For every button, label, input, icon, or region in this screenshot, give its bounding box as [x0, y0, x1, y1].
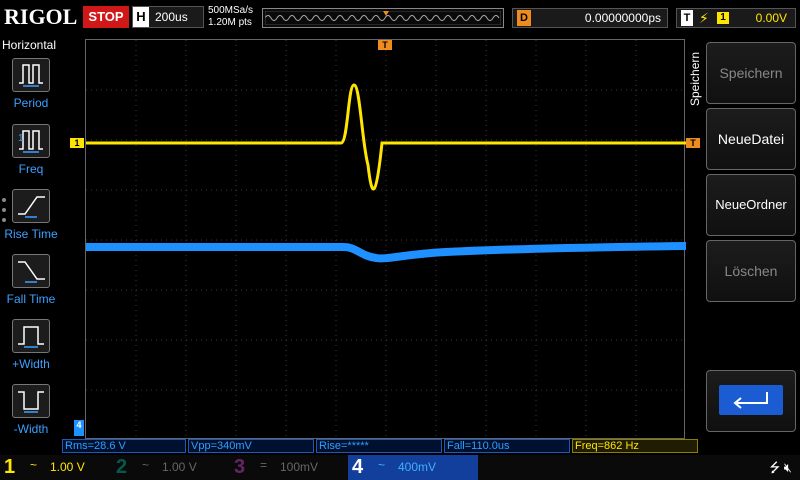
trigger-source: 1	[717, 12, 729, 24]
measure-negative-width-button[interactable]: -Width	[0, 384, 62, 448]
timebase-key: H	[133, 7, 149, 27]
channel-3-button[interactable]: 3 = 100mV	[230, 455, 342, 480]
waveform-display[interactable]	[85, 39, 686, 440]
measure-period-button[interactable]: Period	[0, 58, 62, 122]
ch4-waveform	[86, 242, 686, 263]
brand-logo: RIGOL	[4, 4, 78, 29]
trigger-display[interactable]: T ⚡ 1 0.00V	[676, 8, 796, 28]
ch1-scale: 1.00 V	[50, 460, 85, 474]
ch3-coupling: =	[260, 458, 268, 472]
ch4-coupling: ~	[378, 458, 386, 472]
run-stop-status[interactable]: STOP	[83, 6, 129, 28]
ch1-number: 1	[4, 456, 16, 478]
rising-edge-icon: ⚡	[699, 10, 709, 26]
delete-label: Löschen	[724, 263, 778, 279]
channel-bar: 1 ~ 1.00 V 2 ~ 1.00 V 3 = 100mV 4 ~ 400m…	[0, 455, 800, 480]
measure-fall-time-button[interactable]: Fall Time	[0, 254, 62, 318]
delay-value: 0.00000000ps	[584, 11, 661, 25]
freq-label: Freq	[18, 162, 44, 176]
speaker-muted-icon[interactable]: 🔇︎	[784, 460, 792, 475]
rise-time-icon	[18, 196, 45, 218]
new-folder-button[interactable]: NeueOrdner	[706, 174, 796, 236]
return-arrow-icon	[733, 392, 768, 409]
ch3-number: 3	[234, 456, 246, 478]
ch4-number: 4	[352, 456, 364, 478]
measure-rise-time-button[interactable]: Rise Time	[0, 189, 62, 253]
measurement-bar: Rms=28.6 V Vpp=340mV Rise=***** Fall=110…	[62, 439, 702, 453]
period-label: Period	[13, 96, 49, 110]
save-button[interactable]: Speichern	[706, 42, 796, 104]
negative-width-label: -Width	[13, 422, 49, 436]
ch1-offset-marker[interactable]: 1	[70, 138, 84, 148]
new-file-label: NeueDatei	[717, 131, 785, 147]
waveform-canvas	[86, 40, 686, 440]
fall-time-icon	[18, 261, 45, 283]
ch3-scale: 100mV	[280, 460, 319, 474]
measurement-rms[interactable]: Rms=28.6 V	[62, 439, 186, 453]
ch4-scale: 400mV	[398, 460, 437, 474]
measurement-freq[interactable]: Freq=862 Hz	[572, 439, 698, 453]
menu-title: Horizontal	[2, 38, 57, 52]
ch1-coupling: ~	[30, 458, 38, 472]
negative-width-icon	[18, 391, 44, 413]
save-button-label: Speichern	[719, 65, 783, 81]
delay-display[interactable]: D 0.00000000ps	[512, 8, 668, 28]
measure-freq-button[interactable]: 1 Freq	[0, 124, 62, 188]
memory-depth: 1.20M pts	[208, 17, 252, 28]
period-icon	[19, 64, 43, 87]
channel-1-button[interactable]: 1 ~ 1.00 V	[0, 455, 112, 480]
svg-text:1: 1	[18, 133, 24, 144]
fall-time-label: Fall Time	[6, 292, 56, 306]
new-file-button[interactable]: NeueDatei	[706, 108, 796, 170]
positive-width-icon	[18, 326, 44, 348]
graticule	[86, 40, 686, 440]
save-menu: Speichern Speichern NeueDatei NeueOrdner…	[688, 36, 800, 446]
positive-width-label: +Width	[12, 357, 50, 371]
usb-icon: ⭍	[769, 460, 781, 475]
trigger-key: T	[681, 10, 693, 26]
horizontal-measure-menu: Horizontal Period 1 Freq Rise Time Fall …	[0, 36, 62, 446]
measurement-fall[interactable]: Fall=110.0us	[444, 439, 570, 453]
back-button[interactable]	[706, 370, 796, 432]
trigger-level: 0.00V	[755, 11, 787, 25]
delay-key: D	[517, 10, 531, 26]
top-status-bar: RIGOL STOP H 200us 500MSa/s 1.20M pts D …	[0, 0, 800, 36]
ch4-offset-marker[interactable]: 4	[74, 420, 84, 436]
freq-icon: 1	[18, 130, 43, 153]
timebase-value: 200us	[155, 10, 188, 24]
channel-2-button[interactable]: 2 ~ 1.00 V	[112, 455, 224, 480]
timebase-display[interactable]: H 200us	[132, 6, 204, 28]
delete-button[interactable]: Löschen	[706, 240, 796, 302]
sample-info: 500MSa/s 1.20M pts	[208, 5, 253, 29]
trigger-position-marker[interactable]: T	[378, 40, 392, 50]
ch2-scale: 1.00 V	[162, 460, 197, 474]
memory-waveform-icon	[265, 11, 501, 25]
ch2-coupling: ~	[142, 458, 150, 472]
channel-4-button[interactable]: 4 ~ 400mV	[348, 455, 478, 480]
rise-time-label: Rise Time	[4, 227, 58, 241]
measurement-rise[interactable]: Rise=*****	[316, 439, 442, 453]
save-menu-title: Speichern	[688, 51, 702, 107]
measure-positive-width-button[interactable]: +Width	[0, 319, 62, 383]
sample-rate: 500MSa/s	[208, 5, 254, 16]
memory-overview-bar	[262, 8, 504, 28]
new-folder-label: NeueOrdner	[715, 197, 787, 212]
measurement-vpp[interactable]: Vpp=340mV	[188, 439, 314, 453]
ch2-number: 2	[116, 456, 128, 478]
status-icons: ⭍ 🔇︎	[769, 459, 792, 480]
